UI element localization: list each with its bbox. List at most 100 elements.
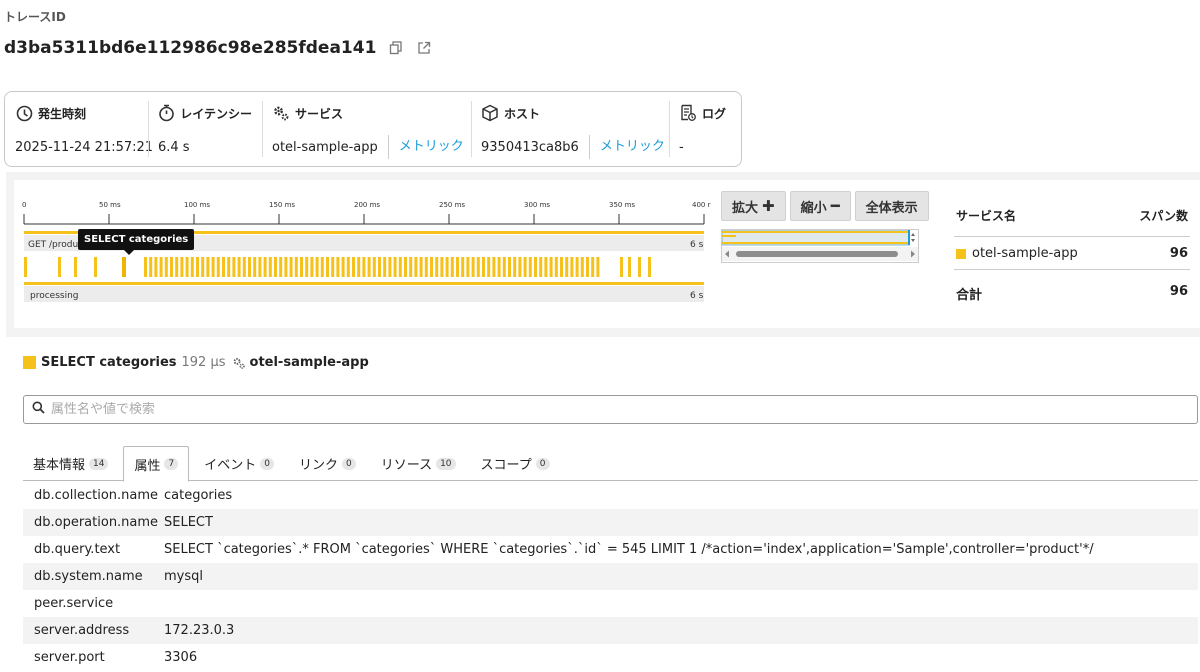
child-span-bar — [320, 257, 324, 277]
child-span-bar — [539, 257, 543, 277]
tab-count-badge: 14 — [89, 457, 109, 470]
summary-latency-value: 6.4 s — [158, 139, 190, 155]
summary-log-value: - — [679, 139, 684, 155]
child-span-bar — [393, 257, 397, 277]
waterfall-chart[interactable]: 0 50 ms 100 ms 150 ms 200 ms 250 ms 300 ms 350 … — [14, 180, 714, 328]
child-span-bar — [435, 257, 439, 277]
child-span-bar — [482, 257, 485, 277]
child-span-bar — [648, 257, 651, 277]
child-span-bar — [466, 257, 470, 277]
summary-latency: レイテンシー 6.4 s — [148, 92, 262, 166]
summary-service-label: サービス — [295, 106, 344, 121]
child-span-bar — [216, 257, 220, 277]
tab-count-badge: 7 — [164, 458, 179, 470]
child-span-bar — [628, 257, 631, 277]
service-color-swatch — [956, 248, 966, 259]
tab-label: 属性 — [134, 458, 161, 474]
child-span-bar — [331, 257, 335, 277]
log-document-icon — [679, 104, 697, 122]
child-span-bar — [185, 257, 189, 277]
child-span-bar — [242, 257, 246, 277]
child-span-bar — [201, 257, 205, 277]
plus-icon: ✚ — [762, 197, 775, 215]
timeline-minimap[interactable] — [721, 229, 919, 263]
span-duration-label: 6 s — [690, 291, 704, 301]
service-row[interactable]: otel-sample-app 96 — [954, 237, 1190, 270]
child-span-bar — [341, 257, 345, 277]
timeline-area: 0 50 ms 100 ms 150 ms 200 ms 250 ms 300 ms 350 … — [14, 180, 1200, 328]
tab-attributes[interactable]: 属性 7 — [123, 446, 190, 482]
attribute-value: 172.23.0.3 — [164, 623, 235, 638]
child-span-bar — [372, 257, 376, 277]
child-span-bar — [196, 257, 199, 277]
axis-tick-label: 300 ms — [524, 201, 550, 209]
child-span-bar — [367, 257, 371, 277]
trace-summary-card: 発生時刻 2025-11-24 21:57:21 レイテンシー 6.4 s サー… — [4, 91, 742, 167]
child-span-bar — [502, 257, 506, 277]
tab-resources[interactable]: リソース 10 — [371, 446, 466, 481]
child-span-bar — [513, 257, 517, 277]
tab-basic-info[interactable]: 基本情報 14 — [23, 446, 118, 481]
child-span-bar — [284, 257, 288, 277]
child-span-bar — [279, 257, 283, 277]
child-span-bar — [326, 257, 329, 277]
child-span-bar — [206, 257, 210, 277]
child-span-bar — [461, 257, 465, 277]
service-row-name: otel-sample-app — [972, 246, 1078, 261]
tab-count-badge: 10 — [436, 457, 456, 470]
child-span-bar — [409, 257, 413, 277]
external-link-icon[interactable] — [416, 40, 432, 56]
host-metrics-link[interactable]: メトリック — [588, 135, 665, 159]
child-span-bar — [419, 257, 423, 277]
stopwatch-icon — [158, 104, 175, 122]
service-metrics-link[interactable]: メトリック — [387, 135, 464, 159]
attribute-key: server.address — [34, 623, 130, 638]
zoom-in-button[interactable]: 拡大 ✚ — [721, 191, 786, 221]
tab-label: リソース — [380, 458, 433, 473]
axis-tick-label: 0 — [22, 201, 26, 209]
child-span-bar — [586, 257, 589, 277]
attribute-search-box — [23, 395, 1198, 424]
child-span-bar — [175, 257, 179, 277]
tab-count-badge: 0 — [260, 457, 274, 470]
zoom-controls: 拡大 ✚ 縮小 ━ 全体表示 — [721, 191, 929, 221]
attribute-key: db.operation.name — [34, 515, 159, 530]
span-color-swatch — [23, 356, 36, 369]
child-span-bar — [554, 257, 558, 277]
fit-all-button[interactable]: 全体表示 — [854, 191, 929, 221]
child-span-bar — [560, 257, 563, 277]
child-span-bar — [310, 257, 314, 277]
attribute-value: 3306 — [164, 650, 198, 665]
attribute-value: mysql — [164, 569, 203, 584]
child-span-bar — [518, 257, 522, 277]
child-span-bar — [144, 257, 147, 277]
summary-time-value: 2025-11-24 21:57:21 — [15, 139, 154, 155]
tab-scope[interactable]: スコープ 0 — [471, 446, 560, 481]
child-span-bar — [638, 257, 641, 277]
copy-icon[interactable] — [388, 40, 404, 56]
child-span-bar — [424, 257, 428, 277]
tab-links[interactable]: リンク 0 — [289, 446, 366, 481]
child-span-bar — [315, 257, 319, 277]
tab-label: 基本情報 — [33, 458, 86, 473]
axis-tick-label: 200 ms — [354, 201, 380, 209]
service-name-header: サービス名 — [956, 209, 1017, 223]
child-span-bar — [580, 257, 584, 277]
tab-events[interactable]: イベント 0 — [194, 446, 284, 481]
child-span-bar — [294, 257, 298, 277]
child-span-bar — [24, 257, 27, 277]
search-input[interactable] — [51, 402, 1151, 417]
axis-tick-label: 350 ms — [609, 201, 635, 209]
child-span-bar — [263, 257, 267, 277]
total-label: 合計 — [956, 288, 983, 303]
zoom-out-button[interactable]: 縮小 ━ — [789, 191, 851, 221]
service-total-row: 合計 96 — [954, 270, 1190, 317]
child-span-bar — [170, 257, 173, 277]
attribute-value: SELECT `categories`.* FROM `categories` … — [164, 542, 1094, 557]
child-span-bar — [378, 257, 381, 277]
child-span-bar — [591, 257, 595, 277]
attribute-table: db.collection.name categories db.operatio… — [23, 482, 1198, 671]
child-span-bar — [570, 257, 574, 277]
tab-count-badge: 0 — [341, 457, 356, 470]
table-row: db.collection.name categories — [23, 482, 1198, 509]
